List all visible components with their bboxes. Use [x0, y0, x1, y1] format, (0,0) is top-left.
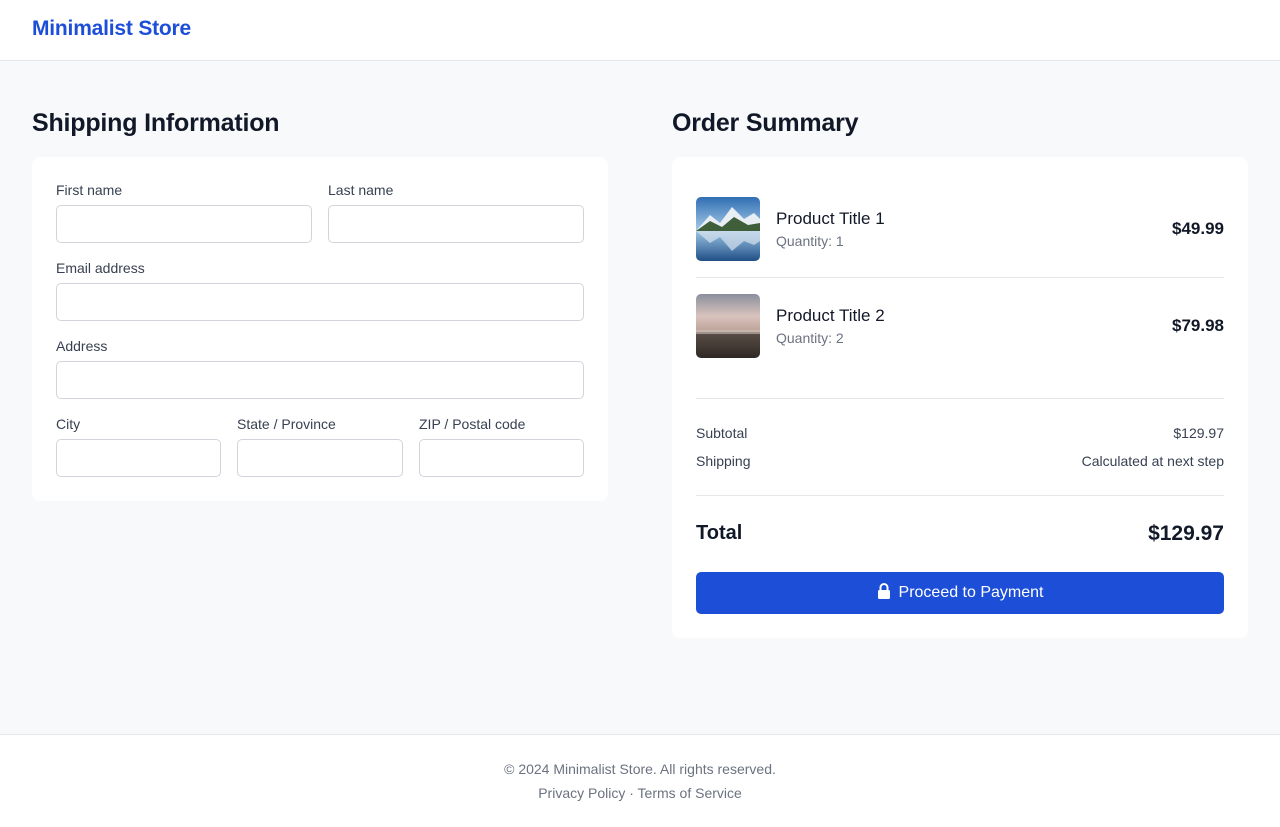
- total-value: $129.97: [1148, 522, 1224, 545]
- order-summary-card: Product Title 1 Quantity: 1 $49.99 Produ…: [672, 157, 1248, 638]
- city-label: City: [56, 416, 81, 432]
- item-title: Product Title 1: [776, 209, 885, 228]
- footer-separator: ·: [629, 785, 634, 801]
- shipping-value: Calculated at next step: [1081, 453, 1224, 469]
- city-field[interactable]: [56, 439, 221, 477]
- terms-of-service-link[interactable]: Terms of Service: [638, 785, 742, 801]
- summary-divider: [696, 398, 1224, 399]
- shipping-title: Shipping Information: [32, 109, 280, 137]
- proceed-to-payment-button[interactable]: Proceed to Payment: [696, 572, 1224, 614]
- footer-links: Privacy Policy · Terms of Service: [0, 785, 1280, 801]
- lock-icon: [877, 583, 891, 599]
- item-price: $49.99: [1172, 219, 1224, 238]
- last-name-label: Last name: [328, 182, 394, 198]
- state-field[interactable]: [237, 439, 403, 477]
- email-field[interactable]: [56, 283, 584, 321]
- proceed-to-payment-label: Proceed to Payment: [898, 584, 1044, 601]
- item-quantity: Quantity: 1: [776, 233, 844, 249]
- state-label: State / Province: [237, 416, 336, 432]
- shipping-form: First name Last name Email address Addre…: [32, 157, 608, 501]
- address-label: Address: [56, 338, 108, 354]
- zip-field[interactable]: [419, 439, 584, 477]
- email-label: Email address: [56, 260, 145, 276]
- order-summary-title: Order Summary: [672, 109, 859, 137]
- mountain-lake-image: [696, 197, 760, 261]
- first-name-field[interactable]: [56, 205, 312, 243]
- item-divider: [696, 277, 1224, 278]
- item-price: $79.98: [1172, 316, 1224, 335]
- site-footer: © 2024 Minimalist Store. All rights rese…: [0, 734, 1280, 827]
- site-header: Minimalist Store: [0, 0, 1280, 61]
- last-name-field[interactable]: [328, 205, 584, 243]
- misty-field-image: [696, 294, 760, 358]
- total-label: Total: [696, 522, 743, 544]
- item-quantity: Quantity: 2: [776, 330, 844, 346]
- privacy-policy-link[interactable]: Privacy Policy: [538, 785, 625, 801]
- zip-label: ZIP / Postal code: [419, 416, 526, 432]
- address-field[interactable]: [56, 361, 584, 399]
- subtotal-label: Subtotal: [696, 425, 748, 441]
- copyright-text: © 2024 Minimalist Store. All rights rese…: [504, 761, 776, 777]
- total-divider: [696, 495, 1224, 496]
- subtotal-value: $129.97: [1173, 425, 1224, 441]
- item-title: Product Title 2: [776, 306, 885, 325]
- shipping-label: Shipping: [696, 453, 751, 469]
- store-logo[interactable]: Minimalist Store: [32, 17, 191, 41]
- first-name-label: First name: [56, 182, 123, 198]
